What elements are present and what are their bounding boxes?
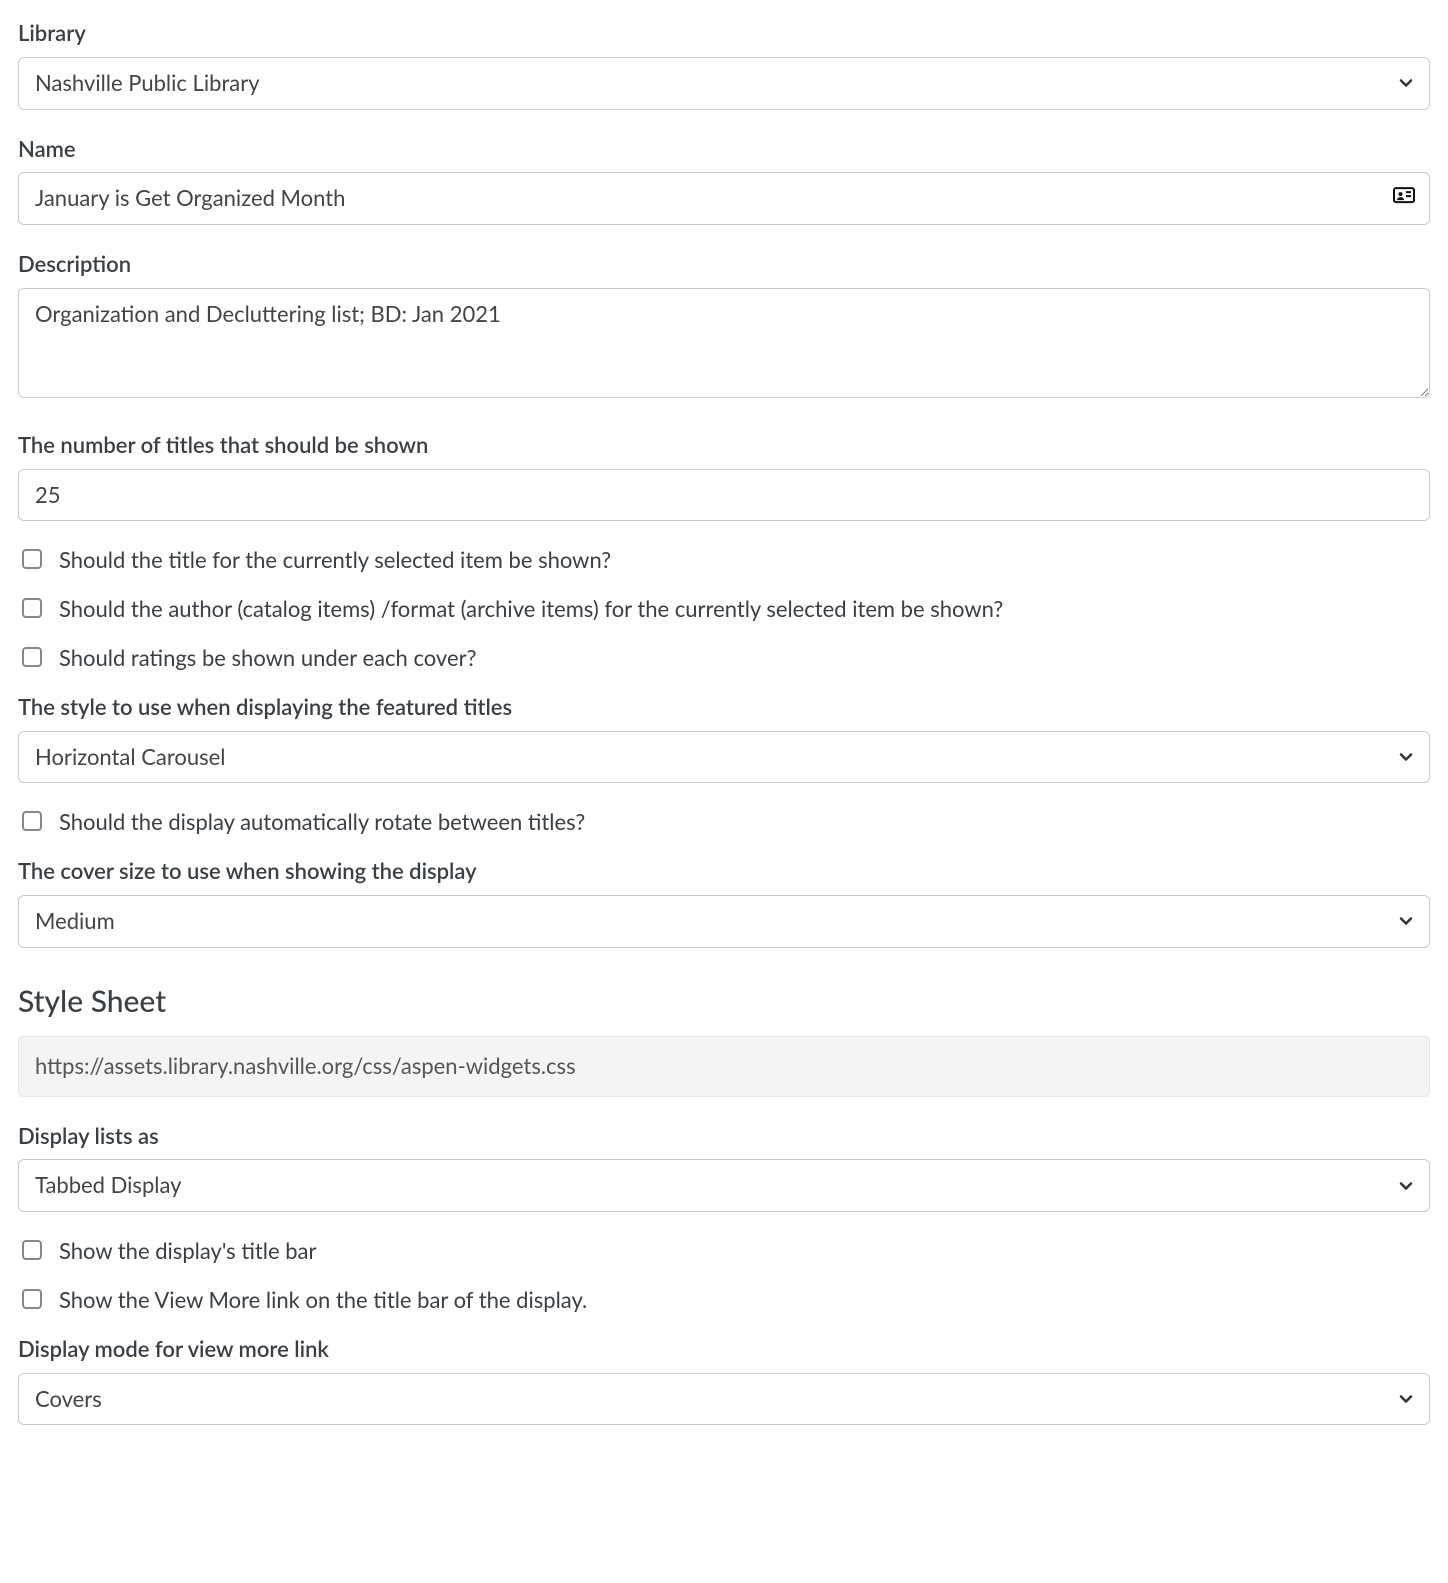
show-ratings-checkbox[interactable]	[22, 647, 42, 667]
display-lists-as-select[interactable]: Tabbed Display	[18, 1159, 1430, 1212]
num-titles-label: The number of titles that should be show…	[18, 430, 1430, 461]
name-label: Name	[18, 134, 1430, 165]
stylesheet-value: https://assets.library.nashville.org/css…	[18, 1036, 1430, 1097]
cover-size-select[interactable]: Medium	[18, 895, 1430, 948]
show-author-checkbox[interactable]	[22, 598, 42, 618]
auto-rotate-checkbox-label[interactable]: Should the display automatically rotate …	[59, 807, 585, 838]
show-title-checkbox-label[interactable]: Should the title for the currently selec…	[59, 545, 611, 576]
show-title-bar-checkbox[interactable]	[22, 1240, 42, 1260]
show-author-checkbox-label[interactable]: Should the author (catalog items) /forma…	[59, 594, 1003, 625]
show-ratings-checkbox-label[interactable]: Should ratings be shown under each cover…	[59, 643, 476, 674]
num-titles-input[interactable]	[18, 469, 1430, 522]
show-title-bar-checkbox-label[interactable]: Show the display's title bar	[59, 1236, 316, 1267]
name-input[interactable]	[18, 172, 1430, 225]
auto-rotate-checkbox[interactable]	[22, 811, 42, 831]
show-title-checkbox[interactable]	[22, 549, 42, 569]
description-textarea[interactable]: Organization and Decluttering list; BD: …	[18, 288, 1430, 398]
cover-size-label: The cover size to use when showing the d…	[18, 856, 1430, 887]
style-label: The style to use when displaying the fea…	[18, 692, 1430, 723]
view-more-mode-select[interactable]: Covers	[18, 1373, 1430, 1426]
library-label: Library	[18, 18, 1430, 49]
stylesheet-heading: Style Sheet	[18, 980, 1430, 1022]
id-card-icon	[1392, 183, 1416, 215]
library-select[interactable]: Nashville Public Library	[18, 57, 1430, 110]
style-select[interactable]: Horizontal Carousel	[18, 731, 1430, 784]
view-more-mode-label: Display mode for view more link	[18, 1334, 1430, 1365]
description-label: Description	[18, 249, 1430, 280]
show-view-more-checkbox[interactable]	[22, 1289, 42, 1309]
show-view-more-checkbox-label[interactable]: Show the View More link on the title bar…	[59, 1285, 587, 1316]
display-lists-as-label: Display lists as	[18, 1121, 1430, 1152]
